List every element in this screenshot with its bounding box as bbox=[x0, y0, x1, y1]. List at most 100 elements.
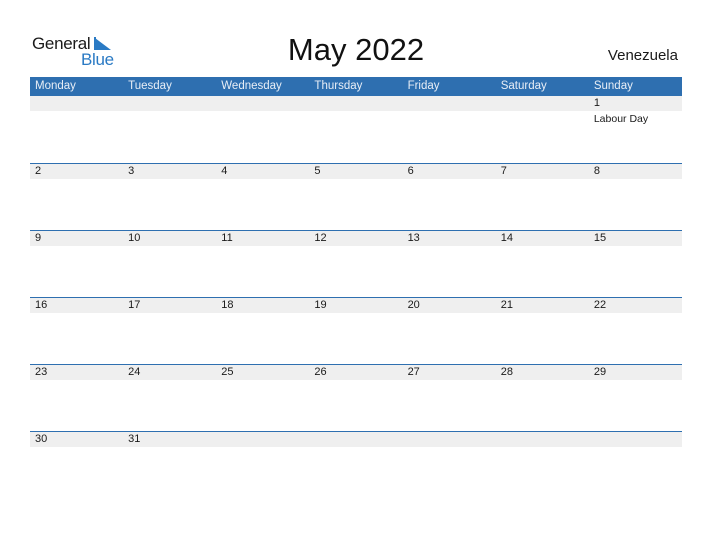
day-number: 28 bbox=[500, 366, 513, 378]
day-cell: 27 bbox=[403, 365, 496, 425]
weekday-saturday: Saturday bbox=[500, 80, 547, 92]
week-cells: 1 Labour Day bbox=[30, 96, 682, 156]
day-cell: 7 bbox=[496, 164, 589, 224]
day-cell: 8 bbox=[589, 164, 682, 224]
day-cell: 26 bbox=[309, 365, 402, 425]
day-number: 10 bbox=[128, 232, 141, 244]
holiday-label: Labour Day bbox=[593, 113, 649, 125]
day-cell: 10 bbox=[123, 231, 216, 291]
day-number: 4 bbox=[221, 165, 228, 177]
day-cell: 4 bbox=[216, 164, 309, 224]
day-number: 17 bbox=[128, 299, 141, 311]
day-number: 24 bbox=[128, 366, 141, 378]
day-number bbox=[221, 432, 309, 447]
day-number: 18 bbox=[221, 299, 234, 311]
week-row: 2 3 4 5 6 7 8 bbox=[30, 163, 682, 230]
weekday-monday: Monday bbox=[35, 80, 76, 92]
day-number: 27 bbox=[407, 366, 420, 378]
day-cell: 5 bbox=[309, 164, 402, 224]
calendar-grid: Monday Tuesday Wednesday Thursday Friday… bbox=[30, 77, 682, 498]
day-cell: 25 bbox=[216, 365, 309, 425]
day-number: 16 bbox=[35, 299, 48, 311]
day-cell bbox=[216, 432, 309, 492]
day-cell: 19 bbox=[309, 298, 402, 358]
day-cell: 18 bbox=[216, 298, 309, 358]
country-label: Venezuela bbox=[607, 47, 678, 64]
day-cell: 20 bbox=[403, 298, 496, 358]
day-cell: 22 bbox=[589, 298, 682, 358]
day-cell bbox=[309, 432, 402, 492]
day-number: 15 bbox=[593, 232, 607, 244]
day-cell: 1 Labour Day bbox=[589, 96, 682, 156]
day-cell: 15 bbox=[589, 231, 682, 291]
weekday-thursday: Thursday bbox=[314, 80, 363, 92]
day-number: 20 bbox=[407, 299, 420, 311]
day-cell bbox=[589, 432, 682, 492]
day-number: 13 bbox=[407, 232, 420, 244]
day-number bbox=[501, 432, 589, 447]
day-number: 26 bbox=[314, 366, 327, 378]
weekday-wednesday: Wednesday bbox=[221, 80, 282, 92]
day-number bbox=[501, 96, 589, 111]
day-cell: 6 bbox=[403, 164, 496, 224]
day-number bbox=[128, 96, 216, 111]
day-cell: 17 bbox=[123, 298, 216, 358]
day-number: 19 bbox=[314, 299, 327, 311]
day-number: 7 bbox=[500, 165, 507, 177]
day-number bbox=[314, 96, 402, 111]
day-number: 12 bbox=[314, 232, 327, 244]
day-cell bbox=[403, 432, 496, 492]
day-cell bbox=[496, 432, 589, 492]
day-cell: 14 bbox=[496, 231, 589, 291]
day-number: 3 bbox=[128, 165, 135, 177]
day-number: 9 bbox=[35, 232, 42, 244]
day-number: 23 bbox=[35, 366, 48, 378]
day-cell: 28 bbox=[496, 365, 589, 425]
day-cell: 16 bbox=[30, 298, 123, 358]
day-cell: 9 bbox=[30, 231, 123, 291]
page-title: May 2022 bbox=[287, 32, 425, 67]
day-number: 14 bbox=[500, 232, 513, 244]
day-number bbox=[408, 432, 496, 447]
week-row: 1 Labour Day bbox=[30, 96, 682, 163]
day-number: 2 bbox=[35, 165, 42, 177]
day-cell: 30 bbox=[30, 432, 123, 492]
weekday-sunday: Sunday bbox=[593, 80, 633, 92]
day-cell: 2 bbox=[30, 164, 123, 224]
week-cells: 2 3 4 5 6 7 8 bbox=[30, 164, 682, 224]
weeks-container: 1 Labour Day 2 3 4 5 6 7 8 9 10 11 12 13 14 15 16 17 18 19 2… bbox=[30, 96, 682, 498]
week-cells: 9 10 11 12 13 14 15 bbox=[30, 231, 682, 291]
day-number: 5 bbox=[314, 165, 321, 177]
day-number: 31 bbox=[128, 433, 141, 445]
day-number: 21 bbox=[500, 299, 513, 311]
week-row: 16 17 18 19 20 21 22 bbox=[30, 297, 682, 364]
day-number: 29 bbox=[593, 366, 607, 378]
weekday-header: Monday Tuesday Wednesday Thursday Friday… bbox=[30, 77, 682, 96]
week-row: 23 24 25 26 27 28 29 bbox=[30, 364, 682, 431]
week-row: 9 10 11 12 13 14 15 bbox=[30, 230, 682, 297]
week-cells: 30 31 bbox=[30, 432, 682, 492]
day-number: 1 bbox=[593, 97, 600, 109]
week-row: 30 31 bbox=[30, 431, 682, 498]
day-cell: 21 bbox=[496, 298, 589, 358]
day-number bbox=[314, 432, 402, 447]
day-number: 8 bbox=[593, 165, 600, 177]
day-cell: 3 bbox=[123, 164, 216, 224]
day-cell: 13 bbox=[403, 231, 496, 291]
day-cell bbox=[30, 96, 123, 156]
week-cells: 23 24 25 26 27 28 29 bbox=[30, 365, 682, 425]
day-number bbox=[408, 96, 496, 111]
day-cell: 12 bbox=[309, 231, 402, 291]
day-number: 11 bbox=[221, 232, 233, 244]
day-cell: 31 bbox=[123, 432, 216, 492]
week-cells: 16 17 18 19 20 21 22 bbox=[30, 298, 682, 358]
day-number: 25 bbox=[221, 366, 234, 378]
day-cell bbox=[309, 96, 402, 156]
day-cell: 23 bbox=[30, 365, 123, 425]
day-cell: 29 bbox=[589, 365, 682, 425]
weekday-tuesday: Tuesday bbox=[128, 80, 172, 92]
day-number: 22 bbox=[593, 299, 607, 311]
day-cell bbox=[123, 96, 216, 156]
day-cell bbox=[496, 96, 589, 156]
day-number: 30 bbox=[35, 433, 48, 445]
